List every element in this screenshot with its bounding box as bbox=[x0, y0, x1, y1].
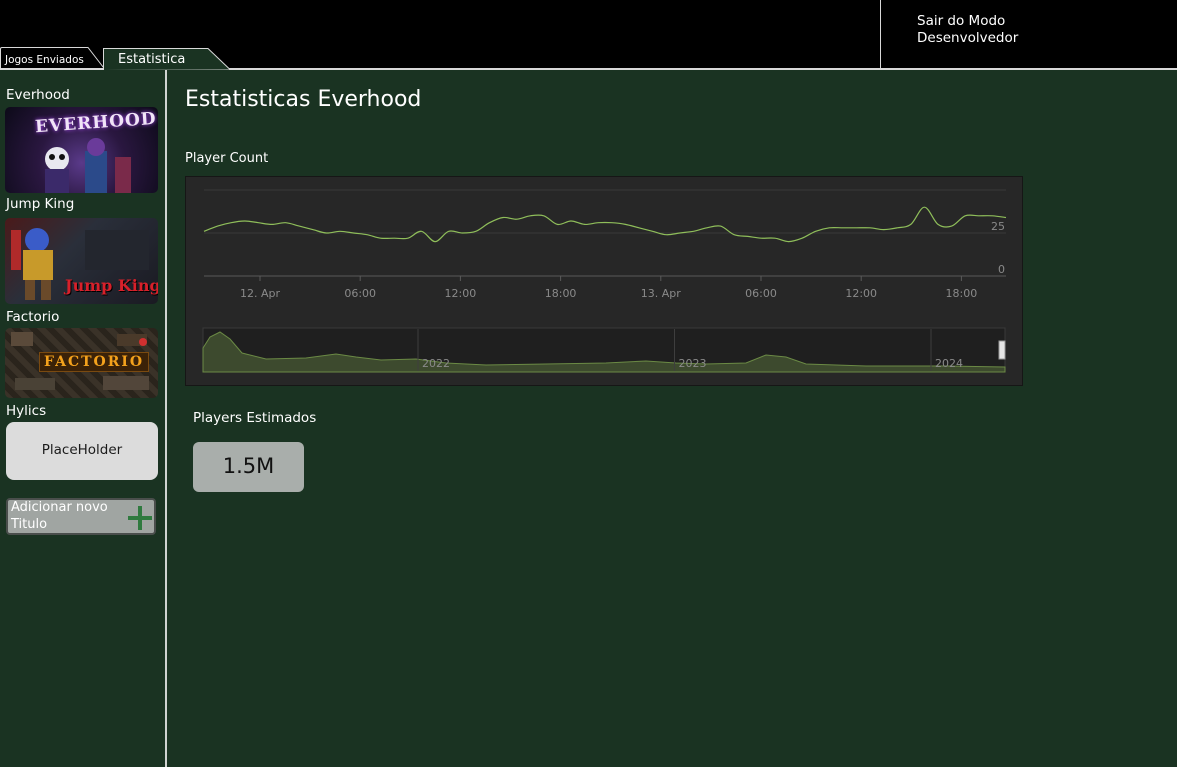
tab-estatistica[interactable]: Estatistica bbox=[102, 47, 232, 70]
y-axis-tick-label: 25 bbox=[991, 220, 1005, 233]
jump-king-logo: Jump King bbox=[65, 276, 158, 295]
players-estimated-value: 1.5M bbox=[222, 454, 275, 478]
add-new-title-button[interactable]: Adicionar novo Titulo bbox=[6, 498, 156, 535]
exit-dev-label-line1: Sair do Modo bbox=[917, 13, 1006, 29]
chart-title: Player Count bbox=[185, 151, 269, 166]
game-title-jump-king: Jump King bbox=[6, 196, 75, 212]
navigator-tick-label: 2023 bbox=[679, 357, 707, 370]
app-window: Sair do Modo Desenvolvedor Jogos Enviado… bbox=[0, 0, 1177, 767]
placeholder-label: PlaceHolder bbox=[41, 442, 123, 458]
header-divider bbox=[880, 0, 881, 69]
x-axis-tick-label: 06:00 bbox=[344, 287, 376, 300]
navigator-tick-label: 2022 bbox=[422, 357, 450, 370]
x-axis-tick-label: 18:00 bbox=[545, 287, 577, 300]
page-title: Estatisticas Everhood bbox=[185, 87, 422, 112]
top-bar: Sair do Modo Desenvolvedor Jogos Enviado… bbox=[0, 0, 1177, 70]
game-thumbnail-factorio[interactable]: FACTORIO bbox=[5, 328, 158, 398]
game-thumbnail-jump-king[interactable]: Jump King bbox=[5, 218, 158, 304]
y-axis-tick-label: 0 bbox=[998, 263, 1005, 276]
tab-label: Estatistica bbox=[118, 52, 186, 67]
x-axis-tick-label: 12. Apr bbox=[240, 287, 280, 300]
add-new-title-label: Adicionar novo Titulo bbox=[11, 500, 108, 532]
plus-icon bbox=[128, 506, 152, 530]
game-thumbnail-hylics-placeholder[interactable]: PlaceHolder bbox=[6, 422, 158, 480]
game-title-factorio: Factorio bbox=[6, 309, 60, 325]
player-count-series-line bbox=[203, 206, 1007, 243]
x-axis-tick-label: 12:00 bbox=[845, 287, 877, 300]
tab-label: Jogos Enviados bbox=[5, 54, 84, 66]
sidebar: Everhood EVERHOOD Jump King Jump King Fa… bbox=[0, 70, 167, 767]
player-count-chart[interactable]: 12. Apr 06:00 12:00 18:00 13. Apr 06:00 12:00 1… bbox=[185, 176, 1023, 386]
tab-jogos-enviados[interactable]: Jogos Enviados bbox=[0, 47, 106, 70]
x-axis-tick-label: 18:00 bbox=[946, 287, 978, 300]
x-axis-tick-label: 13. Apr bbox=[641, 287, 681, 300]
x-axis-tick-label: 12:00 bbox=[445, 287, 477, 300]
players-estimated-label: Players Estimados bbox=[193, 410, 317, 426]
navigator-handle[interactable] bbox=[998, 340, 1006, 360]
player-count-chart-svg: 12. Apr 06:00 12:00 18:00 13. Apr 06:00 12:00 1… bbox=[202, 189, 1007, 373]
navigator-tick-label: 2024 bbox=[935, 357, 963, 370]
game-title-everhood: Everhood bbox=[6, 87, 70, 103]
players-estimated-card: 1.5M bbox=[193, 442, 304, 492]
game-title-hylics: Hylics bbox=[6, 403, 47, 419]
factorio-logo: FACTORIO bbox=[39, 352, 150, 372]
x-axis-tick-label: 06:00 bbox=[745, 287, 777, 300]
exit-dev-label-line2: Desenvolvedor bbox=[917, 30, 1019, 46]
game-thumbnail-everhood[interactable]: EVERHOOD bbox=[5, 107, 158, 193]
exit-developer-mode-button[interactable]: Sair do Modo Desenvolvedor bbox=[917, 13, 1117, 47]
